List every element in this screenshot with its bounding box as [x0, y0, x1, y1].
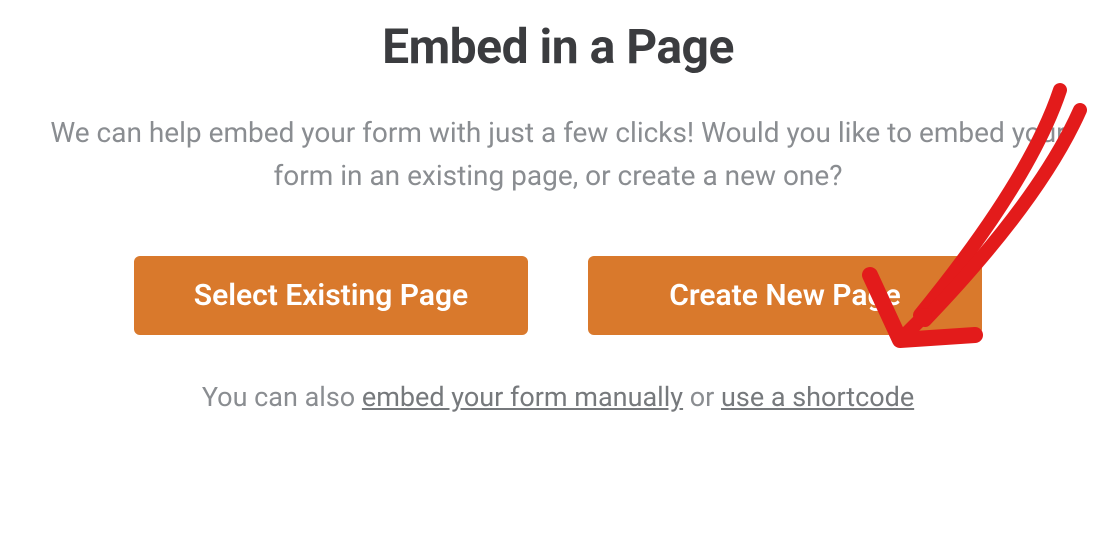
footer-middle: or [683, 381, 721, 413]
footer-prefix: You can also [202, 381, 362, 413]
modal-subtitle: We can help embed your form with just a … [33, 111, 1083, 198]
select-existing-page-button[interactable]: Select Existing Page [134, 256, 528, 335]
embed-manually-link[interactable]: embed your form manually [362, 381, 683, 413]
use-shortcode-link[interactable]: use a shortcode [721, 381, 914, 413]
footer-text: You can also embed your form manually or… [202, 381, 914, 413]
button-row: Select Existing Page Create New Page [134, 256, 982, 335]
create-new-page-button[interactable]: Create New Page [588, 256, 982, 335]
modal-title: Embed in a Page [382, 18, 734, 75]
